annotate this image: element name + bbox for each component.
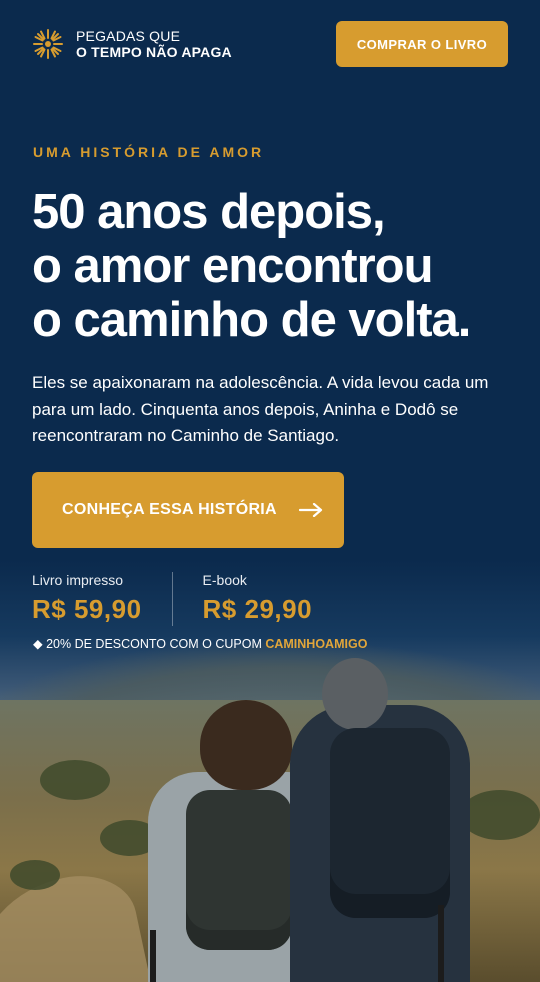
trekking-pole — [150, 930, 156, 982]
brand-logo[interactable]: PEGADAS QUE O TEMPO NÃO APAGA — [32, 28, 232, 60]
hero-headline: 50 anos depois, o amor encontrou o camin… — [32, 185, 522, 347]
divider — [171, 572, 173, 626]
headline-line: o amor encontrou — [32, 239, 434, 293]
buy-book-button[interactable]: COMPRAR O LIVRO — [336, 21, 508, 67]
landing-page: PEGADAS QUE O TEMPO NÃO APAGA COMPRAR O … — [0, 0, 540, 982]
header: PEGADAS QUE O TEMPO NÃO APAGA COMPRAR O … — [0, 0, 540, 92]
headline-line: o caminho de volta. — [32, 293, 471, 347]
hero-description: Eles se apaixonaram na adolescência. A v… — [32, 373, 489, 445]
sun-icon — [33, 29, 63, 59]
brand-line-1: PEGADAS QUE — [76, 28, 181, 44]
price-value: R$ 59,90 — [32, 594, 142, 624]
backpack — [186, 790, 292, 950]
price-label: Livro impresso — [32, 572, 124, 588]
coupon-code: CAMINHOAMIGO — [265, 637, 368, 651]
price-printed: Livro impresso R$ 59,90 — [32, 572, 142, 626]
price-ebook: E-book R$ 29,90 — [203, 572, 313, 626]
eyebrow-label: UMA HISTÓRIA DE AMOR — [33, 144, 265, 160]
price-list: Livro impresso R$ 59,90 E-book R$ 29,90 — [32, 572, 312, 626]
brand-line-2: O TEMPO NÃO APAGA — [76, 44, 232, 60]
price-value: R$ 29,90 — [202, 594, 313, 624]
coupon-note: ◆ 20% DE DESCONTO COM O CUPOM CAMINHOAMI… — [33, 636, 367, 651]
trekking-pole — [438, 905, 444, 982]
coupon-text: ◆ 20% DE DESCONTO COM O CUPOM — [33, 637, 266, 651]
arrow-right-icon — [298, 503, 323, 517]
backpack — [330, 728, 450, 918]
cta-label: CONHEÇA ESSA HISTÓRIA — [62, 501, 277, 518]
discover-story-button[interactable]: CONHEÇA ESSA HISTÓRIA — [32, 472, 344, 548]
headline-line: 50 anos depois, — [32, 185, 386, 239]
price-label: E-book — [202, 572, 247, 588]
